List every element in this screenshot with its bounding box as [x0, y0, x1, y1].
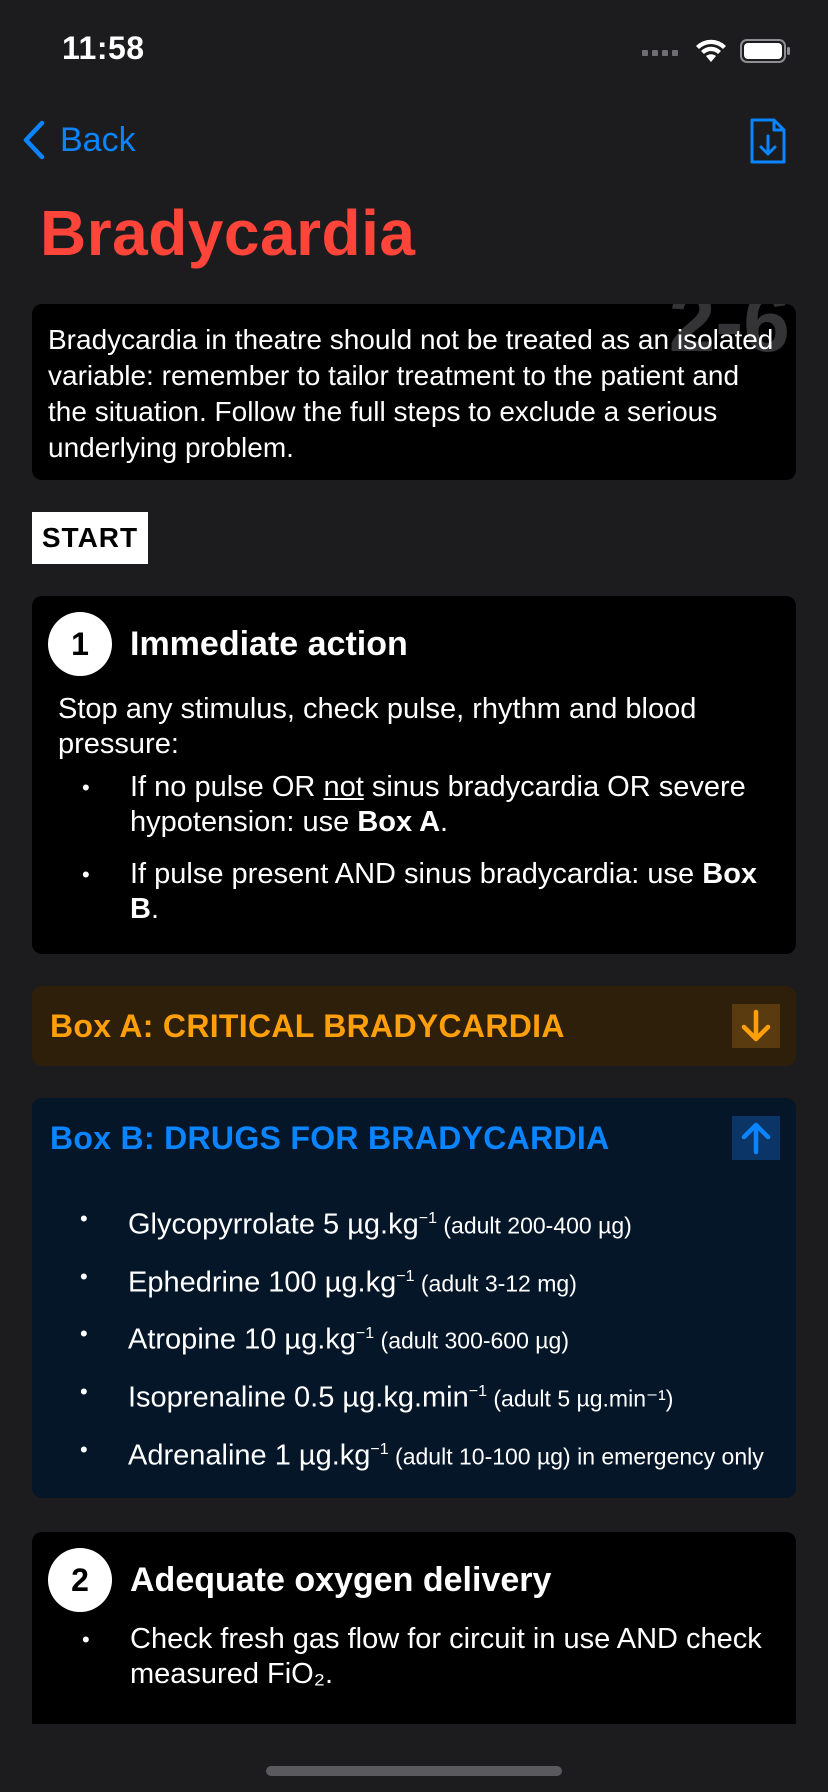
page-title: Bradycardia: [40, 197, 416, 269]
download-button[interactable]: [748, 116, 788, 171]
status-time: 11:58: [62, 30, 145, 66]
drug-item: Glycopyrrolate 5 µg.kg−1 (adult 200-400 …: [56, 1202, 776, 1243]
step-number-badge: 1: [48, 612, 112, 676]
step-2-bullets: Check fresh gas flow for circuit in use …: [58, 1622, 766, 1692]
adult-dose-note: (adult 200-400 µg): [436, 1212, 632, 1239]
chevron-left-icon: [23, 120, 45, 160]
home-indicator[interactable]: [266, 1766, 562, 1776]
drug-item: Adrenaline 1 µg.kg−1 (adult 10-100 µg) i…: [56, 1433, 776, 1474]
wifi-icon: [696, 39, 726, 62]
navigation-bar: Back: [0, 110, 828, 180]
cellular-signal-icon: [642, 50, 678, 56]
start-badge: START: [32, 512, 148, 564]
step-2-card: 2 Adequate oxygen delivery Check fresh g…: [32, 1532, 796, 1724]
back-button[interactable]: Back: [22, 120, 136, 160]
underlined-text: not: [323, 771, 364, 803]
step-1-body: Stop any stimulus, check pulse, rhythm a…: [58, 692, 766, 944]
list-item: If no pulse OR not sinus bradycardia OR …: [58, 770, 766, 840]
step-1-card: 1 Immediate action Stop any stimulus, ch…: [32, 596, 796, 954]
adult-dose-note: (adult 10-100 µg) in emergency only: [388, 1443, 764, 1470]
arrow-up-icon: [741, 1122, 771, 1155]
step-1-bullets: If no pulse OR not sinus bradycardia OR …: [58, 770, 766, 927]
status-bar: 11:58: [0, 0, 828, 100]
box-a-collapsed[interactable]: Box A: CRITICAL BRADYCARDIA: [32, 986, 796, 1066]
back-label: Back: [60, 120, 136, 159]
box-a-reference: Box A: [357, 806, 441, 838]
unit-exponent: −1: [418, 1210, 437, 1227]
battery-icon: [740, 39, 790, 63]
step-title: Adequate oxygen delivery: [130, 1560, 552, 1599]
bullet-text: If no pulse OR: [130, 771, 324, 803]
arrow-down-icon: [741, 1009, 771, 1042]
step-1-lead: Stop any stimulus, check pulse, rhythm a…: [58, 693, 697, 760]
box-b-expanded: Box B: DRUGS FOR BRADYCARDIA Glycopyrrol…: [32, 1098, 796, 1498]
adult-dose-note: (adult 300-600 µg): [374, 1327, 569, 1354]
step-2-body: Check fresh gas flow for circuit in use …: [58, 1622, 766, 1709]
unit-exponent: −1: [396, 1267, 415, 1285]
step-number-badge: 2: [48, 1548, 112, 1612]
list-item: If pulse present AND sinus bradycardia: …: [58, 857, 766, 927]
drug-item: Isoprenaline 0.5 µg.kg.min−1 (adult 5 µg…: [56, 1375, 776, 1416]
box-b-label: Box B: DRUGS FOR BRADYCARDIA: [50, 1120, 610, 1156]
drug-item: Atropine 10 µg.kg−1 (adult 300-600 µg): [56, 1317, 776, 1358]
intro-text: Bradycardia in theatre should not be tre…: [48, 324, 774, 463]
bullet-text: .: [150, 893, 160, 925]
drug-dose: Glycopyrrolate 5 µg.kg: [128, 1208, 419, 1241]
drug-dose: Adrenaline 1 µg.kg: [128, 1439, 371, 1472]
unit-exponent: −1: [355, 1325, 375, 1343]
adult-dose-note: (adult 5 µg.min⁻¹): [487, 1385, 674, 1412]
bottom-safe-area: [0, 1724, 828, 1792]
step-2-header: 2 Adequate oxygen delivery: [48, 1548, 551, 1612]
content-scroll[interactable]: 11:58 Back Bradycardia 2-6 Bradycardia i…: [0, 0, 828, 1724]
unit-exponent: −1: [370, 1440, 389, 1458]
bullet-text: If pulse present AND sinus bradycardia: …: [130, 858, 703, 890]
drug-dose: Isoprenaline 0.5 µg.kg.min: [128, 1381, 469, 1414]
box-b-collapse-button[interactable]: [732, 1116, 780, 1160]
adult-dose-note: (adult 3-12 mg): [414, 1270, 577, 1297]
box-a-expand-button[interactable]: [732, 1004, 780, 1048]
box-a-label: Box A: CRITICAL BRADYCARDIA: [50, 1008, 565, 1044]
step-1-header: 1 Immediate action: [48, 612, 408, 676]
list-item: Check fresh gas flow for circuit in use …: [58, 1622, 766, 1692]
drug-item: Ephedrine 100 µg.kg−1 (adult 3-12 mg): [56, 1260, 776, 1301]
status-icons: [642, 38, 792, 64]
step-title: Immediate action: [130, 624, 408, 663]
bullet-text: .: [440, 806, 449, 838]
drug-dose: Atropine 10 µg.kg: [128, 1323, 356, 1356]
document-download-icon: [750, 118, 786, 164]
drug-list: Glycopyrrolate 5 µg.kg−1 (adult 200-400 …: [56, 1202, 776, 1490]
intro-card: 2-6 Bradycardia in theatre should not be…: [32, 304, 796, 480]
drug-dose: Ephedrine 100 µg.kg: [128, 1266, 397, 1299]
unit-exponent: −1: [468, 1382, 487, 1400]
